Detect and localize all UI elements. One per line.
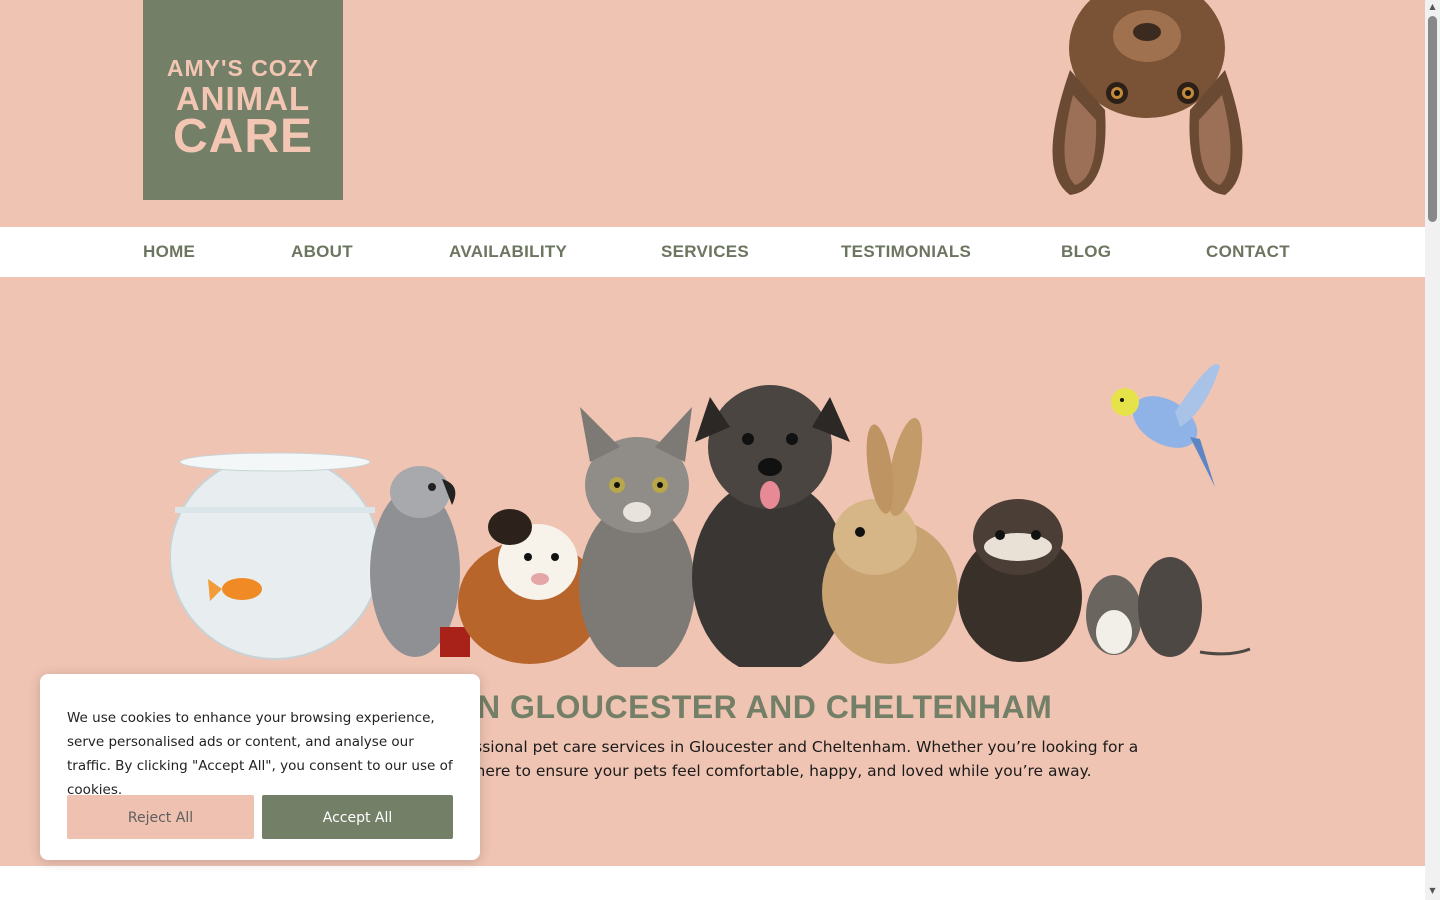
nav-services[interactable]: SERVICES (661, 227, 749, 277)
rabbit-image (822, 418, 958, 664)
rats-image (1086, 557, 1251, 657)
logo-line-3: CARE (172, 110, 313, 163)
budgie-image (1111, 364, 1220, 487)
nav-home[interactable]: HOME (143, 227, 195, 277)
reject-all-button[interactable]: Reject All (67, 795, 254, 839)
nav-about[interactable]: ABOUT (291, 227, 353, 277)
nav-availability[interactable]: AVAILABILITY (449, 227, 567, 277)
parrot-image (370, 466, 470, 657)
scrollbar-thumb[interactable] (1428, 16, 1437, 222)
fishbowl-image (170, 452, 381, 660)
page-scrollbar[interactable]: ▲ ▼ (1425, 0, 1440, 900)
upside-down-dog-image (1052, 0, 1243, 195)
cookie-consent-banner: We use cookies to enhance your browsing … (40, 674, 480, 860)
main-nav: HOME ABOUT AVAILABILITY SERVICES TESTIMO… (0, 227, 1425, 277)
ferret-image (958, 499, 1082, 662)
terrier-image (692, 385, 850, 667)
scroll-up-arrow-icon[interactable]: ▲ (1428, 2, 1437, 11)
nav-testimonials[interactable]: TESTIMONIALS (841, 227, 971, 277)
nav-blog[interactable]: BLOG (1061, 227, 1111, 277)
scroll-down-arrow-icon[interactable]: ▼ (1428, 886, 1437, 895)
site-header: AMY'S COZY ANIMAL CARE (0, 0, 1425, 227)
page: AMY'S COZY ANIMAL CARE HOME ABOUT AVAILA… (0, 0, 1425, 900)
logo-line-1: AMY'S COZY (166, 55, 320, 81)
site-logo[interactable]: AMY'S COZY ANIMAL CARE (143, 0, 343, 200)
pets-group-image (170, 364, 1251, 667)
accept-all-button[interactable]: Accept All (262, 795, 453, 839)
cat-image (579, 407, 695, 667)
nav-contact[interactable]: CONTACT (1206, 227, 1290, 277)
cookie-message: We use cookies to enhance your browsing … (67, 710, 453, 798)
